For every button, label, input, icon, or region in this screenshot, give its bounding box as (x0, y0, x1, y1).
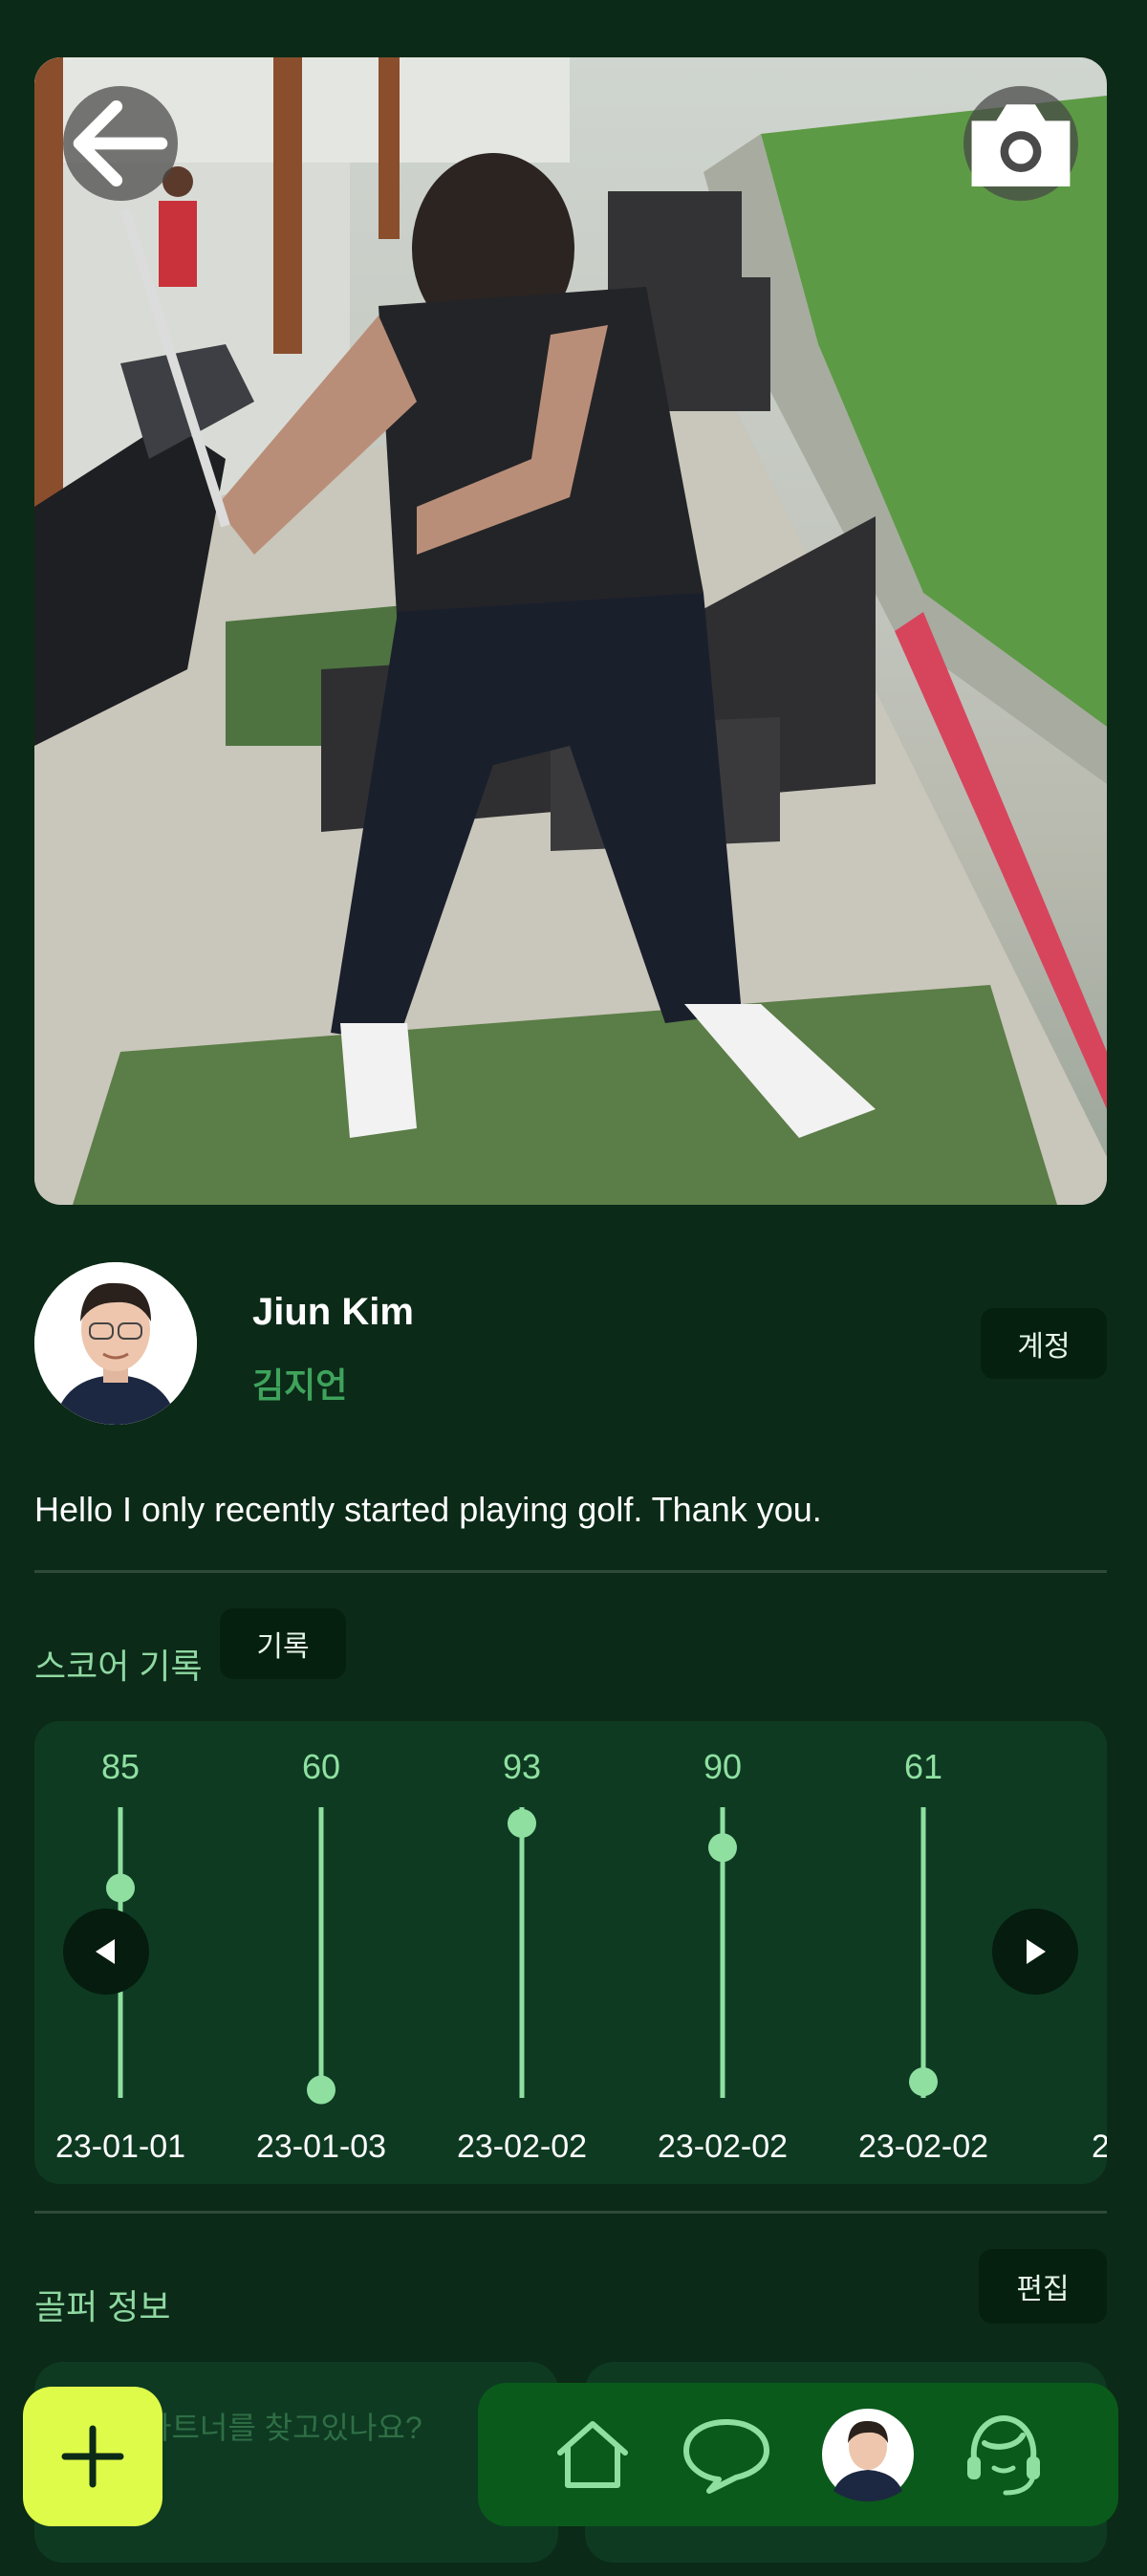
profile-header: Jiun Kim 김지언 계정 (34, 1262, 1107, 1425)
record-button[interactable]: 기록 (220, 1608, 346, 1679)
score-date-label: 23-0 (1092, 2128, 1107, 2165)
nav-support[interactable] (956, 2407, 1051, 2502)
score-value-label: 61 (904, 1747, 942, 1786)
hero-photo (34, 57, 1107, 1205)
score-date-label: 23-02-02 (658, 2128, 788, 2165)
golf-swing-photo (34, 57, 1107, 1205)
score-date-label: 23-01-01 (55, 2128, 185, 2165)
score-point[interactable] (106, 1873, 135, 1903)
chart-next-button[interactable] (992, 1909, 1078, 1995)
score-point[interactable] (708, 1833, 737, 1863)
account-button[interactable]: 계정 (981, 1308, 1107, 1379)
avatar[interactable] (34, 1262, 197, 1425)
score-chart-svg: 85 23-01-01 60 23-01-03 93 23-02-02 90 23-02-02… (55, 1747, 1107, 2165)
camera-button[interactable] (963, 86, 1078, 201)
nav-home[interactable] (545, 2407, 640, 2502)
score-value-label: 60 (302, 1747, 340, 1786)
score-date-label: 23-02-02 (457, 2128, 587, 2165)
support-icon (967, 2414, 1040, 2496)
profile-korean-name: 김지언 (252, 1365, 348, 1405)
score-point[interactable] (307, 2075, 335, 2105)
score-point[interactable] (909, 2067, 938, 2097)
profile-bio: Hello I only recently started playing go… (34, 1490, 822, 1529)
profile-name: Jiun Kim (252, 1291, 414, 1333)
golfer-section-title: 골퍼 정보 (34, 2287, 171, 2326)
back-button[interactable] (63, 86, 178, 201)
arrow-left-icon (73, 100, 168, 186)
divider (34, 2211, 1107, 2214)
camera-icon (971, 104, 1071, 186)
nav-chat[interactable] (679, 2407, 774, 2502)
avatar-photo (34, 1262, 197, 1425)
chart-prev-button[interactable] (63, 1909, 149, 1995)
score-section-title: 스코어 기록 (34, 1647, 203, 1686)
score-value-label: 90 (703, 1747, 742, 1786)
caret-right-icon (1027, 1939, 1046, 1964)
divider (34, 1570, 1107, 1573)
score-value-label: 85 (101, 1747, 140, 1786)
score-value-label: 93 (503, 1747, 541, 1786)
home-icon (557, 2421, 628, 2488)
score-date-label: 23-02-02 (858, 2128, 988, 2165)
add-button[interactable] (23, 2387, 162, 2526)
score-point[interactable] (508, 1808, 536, 1838)
profile-avatar-icon (822, 2409, 914, 2501)
edit-button[interactable]: 편집 (979, 2249, 1107, 2324)
bottom-nav (478, 2383, 1118, 2526)
chat-icon (683, 2419, 769, 2494)
nav-profile[interactable] (820, 2407, 916, 2502)
partner-hint: 파트너를 찾고있나요? (143, 2411, 422, 2445)
caret-left-icon (96, 1939, 115, 1964)
score-date-label: 23-01-03 (256, 2128, 386, 2165)
score-chart: 85 23-01-01 60 23-01-03 93 23-02-02 90 23-02-02… (34, 1721, 1107, 2184)
plus-icon (61, 2425, 124, 2488)
